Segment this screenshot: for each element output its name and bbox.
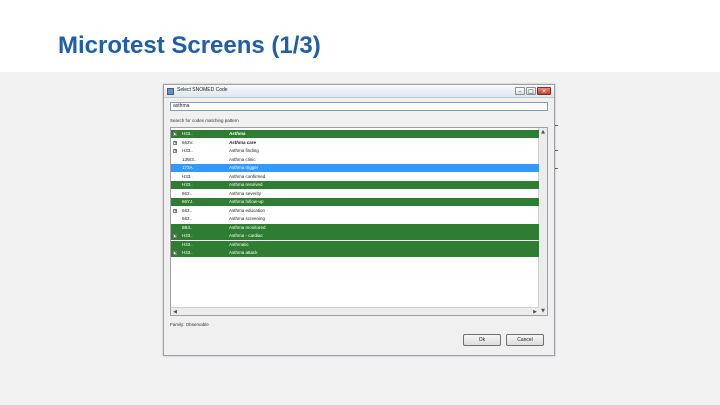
minimize-icon[interactable]: – (515, 87, 525, 95)
tree-row-description: Asthma (229, 131, 246, 136)
scroll-down-icon[interactable]: ▼ (539, 307, 547, 315)
tree-row-description: Asthma monitored (229, 224, 266, 230)
tree-row[interactable]: + H33.. Asthma attack (171, 249, 539, 257)
expand-icon[interactable]: + (173, 234, 177, 238)
dialog-titlebar[interactable]: Select SNOMED Code – □ × (164, 85, 554, 98)
slide-title: Microtest Screens (1/3) (58, 32, 321, 59)
tree-row[interactable]: H33.. Asthma confirmed (171, 173, 539, 181)
tree-row-code: H33.. (182, 182, 193, 187)
tree-row[interactable]: 663.. Asthma severity (171, 190, 539, 198)
edge-mark (555, 125, 558, 126)
expand-icon[interactable]: + (173, 132, 177, 136)
tree-row-description: Asthma attack (229, 250, 258, 255)
tree-row-description: Asthma trigger (229, 165, 259, 170)
tree-row[interactable]: +663.. Asthma education (171, 207, 539, 215)
scroll-right-icon[interactable]: ▶ (531, 308, 539, 315)
tree-row-description: Asthmatic (229, 241, 249, 247)
tree-row-code: 663.. (182, 190, 193, 196)
expand-icon[interactable]: + (173, 149, 177, 153)
vertical-scrollbar[interactable]: ▲ ▼ (538, 128, 547, 315)
expand-icon[interactable]: + (173, 208, 177, 213)
expand-icon[interactable]: + (173, 251, 177, 255)
scroll-left-icon[interactable]: ◀ (171, 308, 179, 315)
tree-row[interactable]: 663.. Asthma screening (171, 215, 539, 223)
family-status: Family: Observable (170, 322, 209, 327)
tree-row-code: H33.. (182, 148, 193, 153)
tree-row-code: 663.. (182, 207, 193, 213)
maximize-icon[interactable]: □ (526, 87, 536, 95)
tree-row[interactable]: 13W3.. Asthma clinic (171, 156, 539, 164)
tree-row[interactable]: +663V.. Asthma care (171, 139, 539, 147)
tree-row-description: Asthma severity (229, 190, 262, 196)
tree-row-code: 663.. (182, 216, 193, 221)
tree-row-description: Asthma - cardiac (229, 233, 263, 238)
tree-row-description: Asthma resolved (229, 182, 263, 187)
dialog-title: Select SNOMED Code (177, 87, 228, 93)
edge-mark (555, 150, 558, 151)
tree-row-code: 8B3.. (182, 224, 193, 230)
tree-row-code: 663V.. (182, 139, 195, 145)
scroll-up-icon[interactable]: ▲ (539, 128, 547, 136)
tree-row-code: H33.. (182, 131, 193, 136)
tree-row-description: Asthma education (229, 207, 266, 213)
search-caption: Search for codes matching pattern (170, 118, 239, 123)
slide-header: Microtest Screens (1/3) (0, 0, 720, 72)
horizontal-scrollbar[interactable]: ◀ ▶ (171, 307, 539, 315)
tree-row-code: 66YJ.. (182, 199, 195, 204)
app-icon (167, 88, 174, 95)
tree-row-code: H33.. (182, 173, 193, 179)
close-icon[interactable]: × (537, 87, 551, 95)
tree-row[interactable]: 66YJ.. Asthma follow-up (171, 198, 539, 206)
tree-row-description: Asthma confirmed (229, 173, 266, 179)
tree-row-code: H33.. (182, 241, 193, 247)
tree-row[interactable]: 8B3.. Asthma monitored (171, 223, 539, 232)
tree-row-code: H33.. (182, 233, 193, 238)
tree-row-description: Asthma clinic (229, 156, 256, 162)
tree-row[interactable]: H33.. Asthma resolved (171, 181, 539, 189)
tree-row-description: Asthma follow-up (229, 199, 264, 204)
tree-row-code: 173A. (182, 165, 194, 170)
tree-row-description: Asthma screening (229, 216, 266, 221)
tree-row[interactable]: + H33.. Asthma finding (171, 147, 539, 155)
search-input[interactable]: asthma (170, 102, 548, 111)
select-snomed-dialog: Select SNOMED Code – □ × asthma Search f… (163, 84, 555, 356)
tree-row[interactable]: + H33.. Asthma (171, 130, 539, 138)
tree-row[interactable]: H33.. Asthmatic (171, 240, 539, 249)
tree-row[interactable]: + H33.. Asthma - cardiac (171, 232, 539, 240)
edge-mark (555, 168, 558, 169)
ok-button[interactable]: Ok (463, 334, 501, 346)
tree-row-description: Asthma finding (229, 148, 259, 153)
tree-row-description: Asthma care (229, 139, 257, 145)
expand-icon[interactable]: + (173, 140, 177, 145)
snomed-tree[interactable]: ▲ ▼ ◀ ▶ + H33.. Asthma +663V.. Asthma care + H… (170, 127, 548, 316)
tree-row-code: 13W3.. (182, 156, 197, 162)
cancel-button[interactable]: Cancel (506, 334, 544, 346)
tree-row-code: H33.. (182, 250, 193, 255)
tree-row[interactable]: 173A. Asthma trigger (171, 164, 539, 172)
